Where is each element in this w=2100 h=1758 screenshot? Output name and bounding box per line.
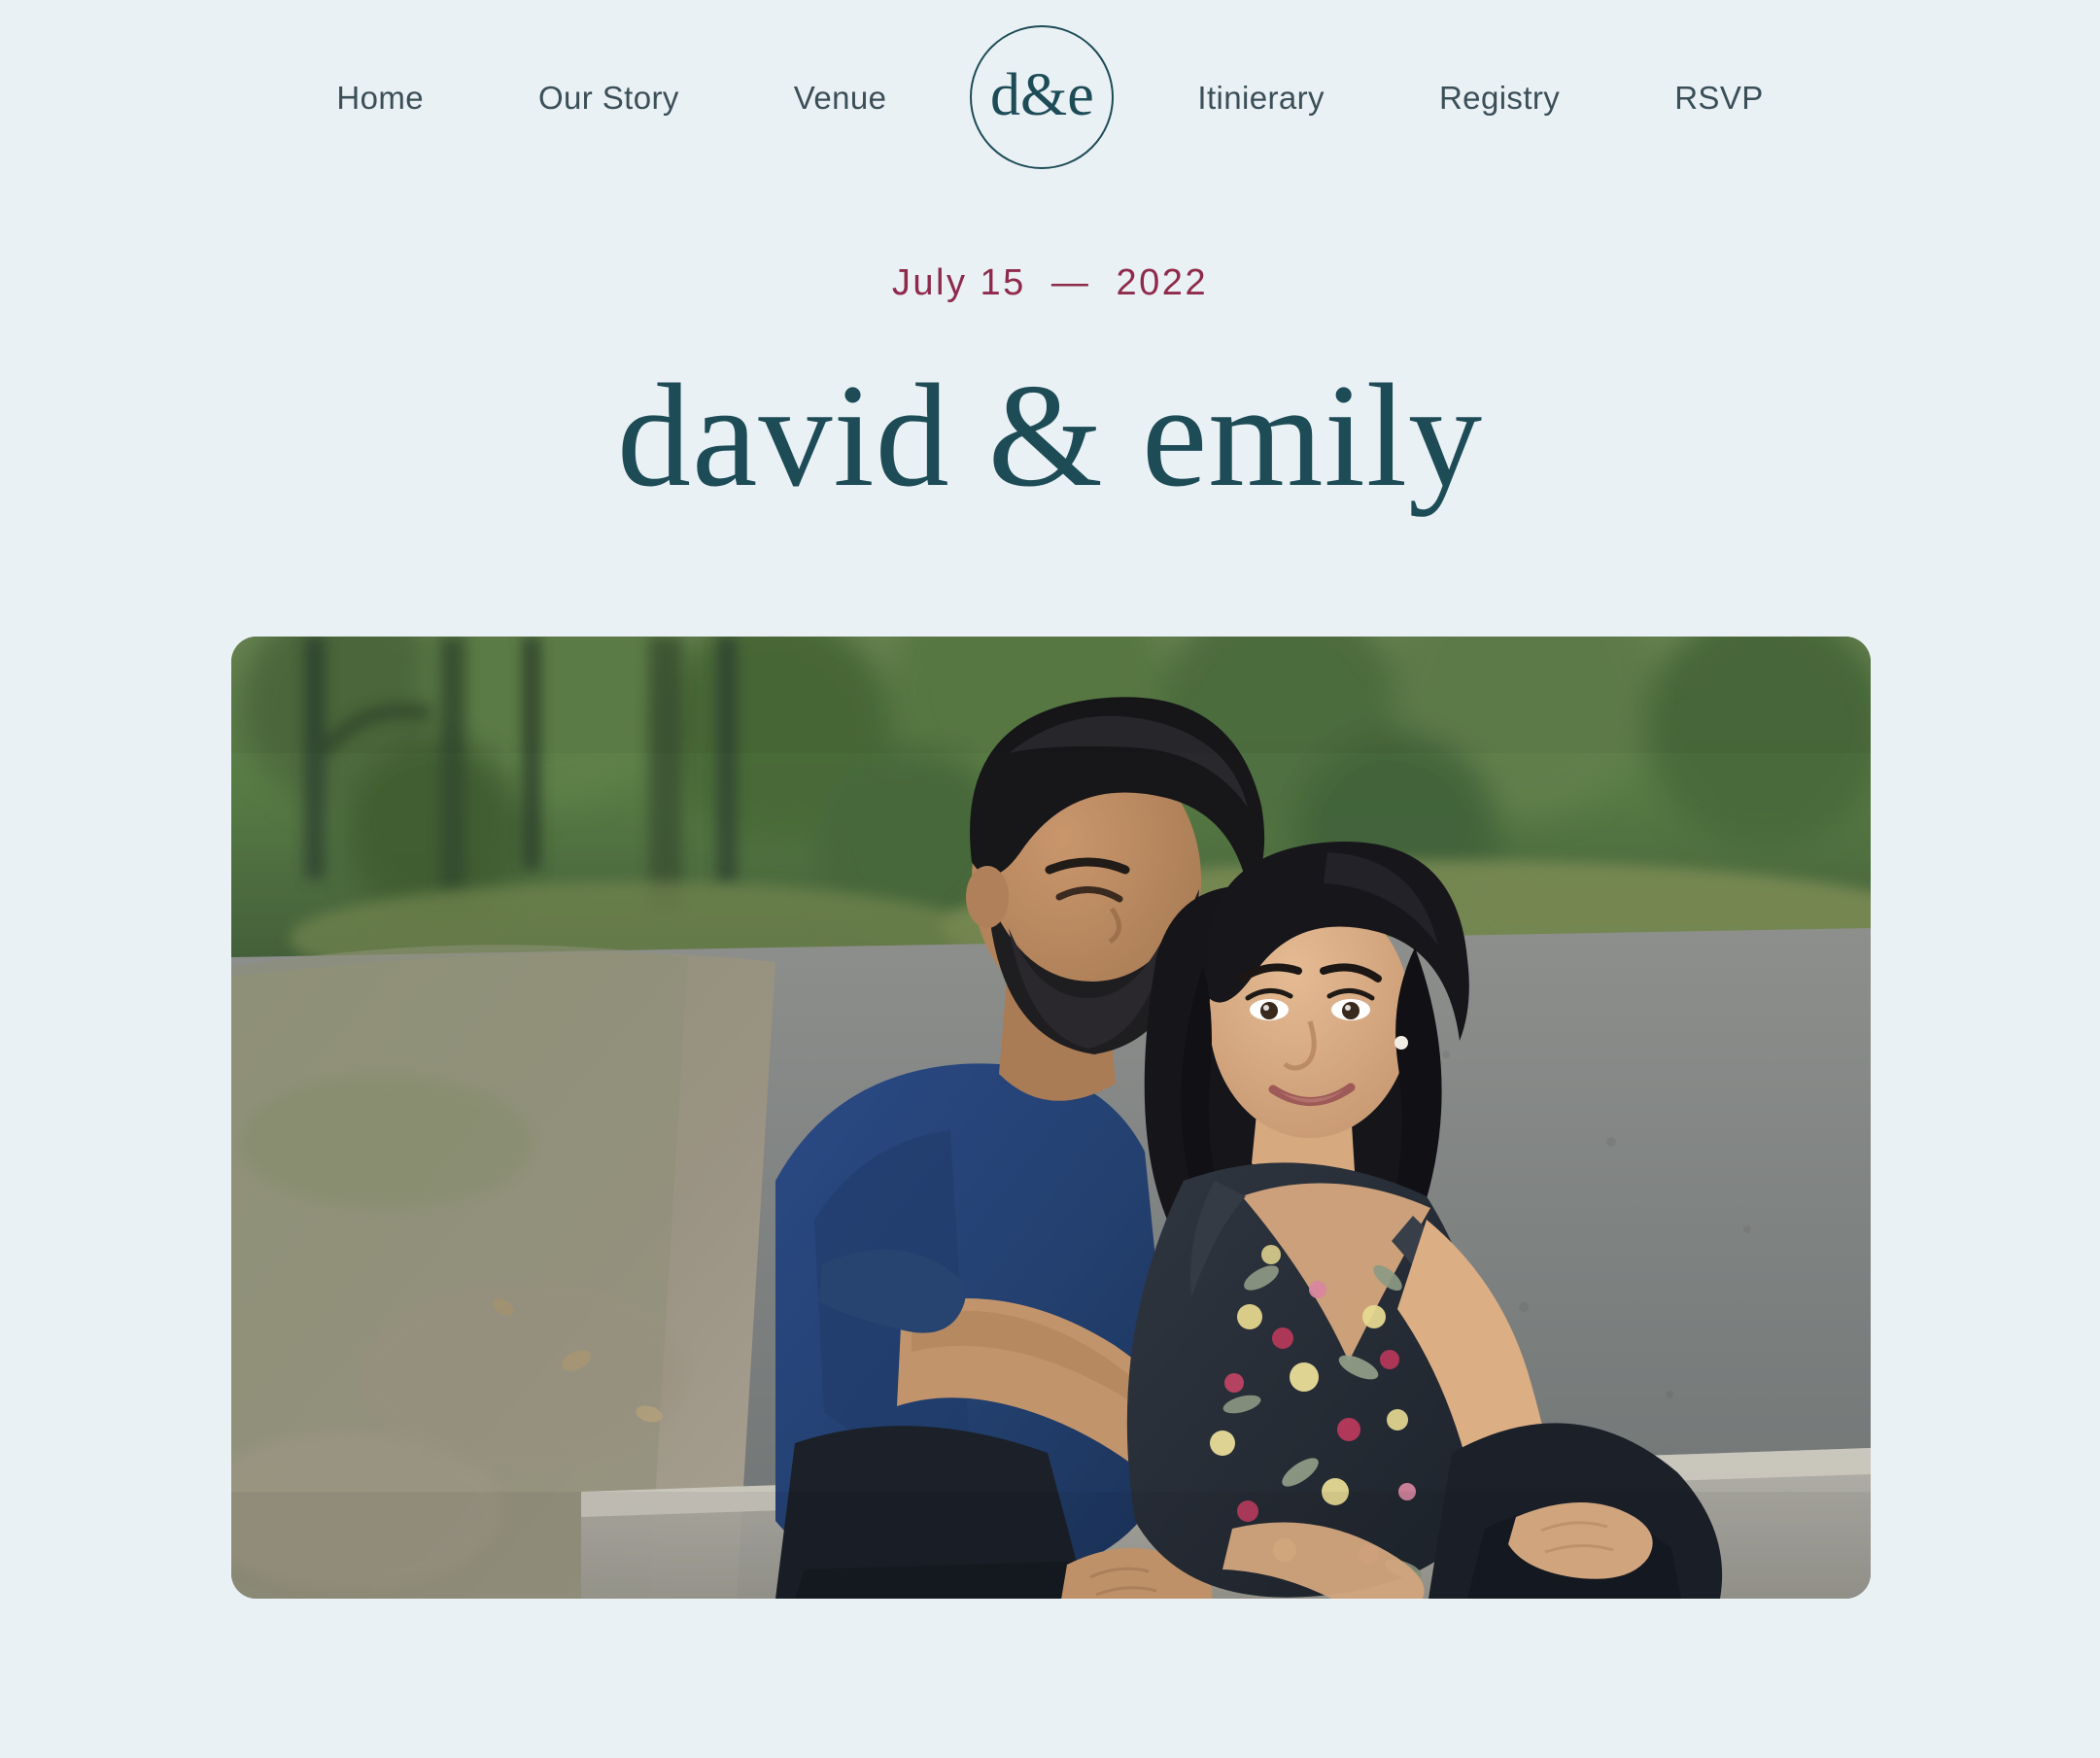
wedding-date: July 15 — 2022 xyxy=(891,262,1209,303)
engagement-photo-illustration xyxy=(231,637,1871,1599)
wedding-home-page: Home Our Story Venue d&e Itinierary Regi… xyxy=(0,0,2100,1758)
site-logo-circle[interactable]: d&e xyxy=(970,25,1115,169)
nav-group: Home Our Story Venue d&e Itinierary Regi… xyxy=(0,25,2100,169)
monogram-text: d&e xyxy=(990,62,1094,128)
nav-item-our-story[interactable]: Our Story xyxy=(538,82,679,114)
nav-right-group: Itinierary Registry RSVP xyxy=(1197,82,1763,114)
hero-section: July 15 — 2022 david & emily xyxy=(0,194,2100,509)
couple-names-heading: david & emily xyxy=(616,354,1484,517)
main-navigation: Home Our Story Venue d&e Itinierary Regi… xyxy=(0,0,2100,194)
nav-item-venue[interactable]: Venue xyxy=(794,82,887,114)
nav-item-home[interactable]: Home xyxy=(336,82,424,114)
nav-item-rsvp[interactable]: RSVP xyxy=(1674,82,1763,114)
nav-left-group: Home Our Story Venue xyxy=(336,82,886,114)
nav-item-registry[interactable]: Registry xyxy=(1439,82,1560,114)
nav-item-itinierary[interactable]: Itinierary xyxy=(1197,82,1325,114)
hero-photo xyxy=(231,637,1871,1599)
